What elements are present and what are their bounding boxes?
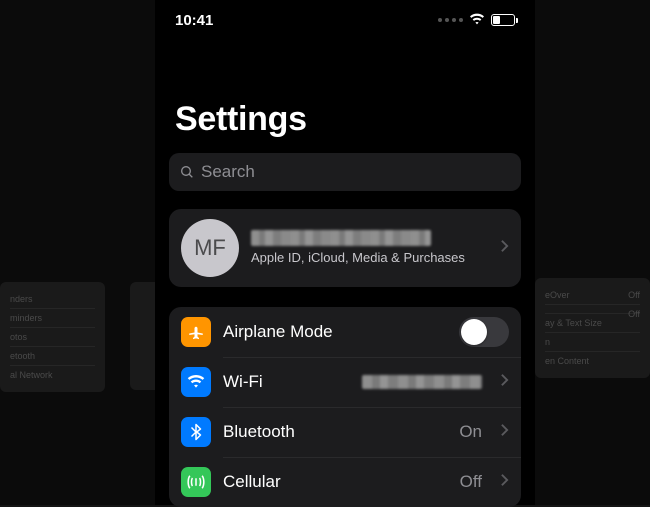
wifi-status-icon [469, 12, 485, 29]
bg-row: al Network [10, 365, 95, 384]
row-label: Wi-Fi [223, 372, 350, 392]
status-icons [438, 12, 515, 29]
clock: 10:41 [175, 12, 213, 29]
battery-icon [491, 14, 515, 26]
row-cellular[interactable]: Cellular Off [169, 457, 521, 507]
status-bar: 10:41 [155, 0, 535, 40]
connectivity-section: Airplane Mode Wi-Fi Bluetooth On Cellula… [169, 307, 521, 507]
row-airplane-mode[interactable]: Airplane Mode [169, 307, 521, 357]
account-name-redacted [251, 230, 431, 246]
bg-row: otos [10, 327, 95, 346]
cellular-dots-icon [438, 18, 463, 22]
device-frame: 10:41 Settings Search MF Apple ID, iClou… [155, 0, 535, 505]
bg-panel-left: nders minders otos etooth al Network [0, 282, 105, 392]
bg-row: etooth [10, 346, 95, 365]
wifi-icon [181, 367, 211, 397]
bg-row: eOverOff [545, 286, 640, 304]
bg-row: nders [10, 290, 95, 308]
bluetooth-icon [181, 417, 211, 447]
account-subtitle: Apple ID, iCloud, Media & Purchases [251, 250, 488, 266]
page-title: Settings [155, 40, 535, 153]
bg-row: en Content [545, 351, 640, 370]
bg-row: minders [10, 308, 95, 327]
bg-panel-right: eOverOff Off ay & Text Size n en Content [535, 278, 650, 378]
chevron-right-icon [500, 373, 509, 392]
chevron-right-icon [500, 473, 509, 492]
airplane-icon [181, 317, 211, 347]
chevron-right-icon [500, 423, 509, 442]
row-value: On [459, 422, 482, 442]
row-label: Bluetooth [223, 422, 447, 442]
bg-row: ay & Text Size [545, 313, 640, 332]
chevron-right-icon [500, 239, 509, 258]
row-label: Cellular [223, 472, 448, 492]
search-input[interactable]: Search [169, 153, 521, 191]
avatar: MF [181, 219, 239, 277]
bg-row: n [545, 332, 640, 351]
search-placeholder: Search [201, 162, 255, 182]
cellular-icon [181, 467, 211, 497]
row-wifi[interactable]: Wi-Fi [169, 357, 521, 407]
bg-row: Off [545, 304, 640, 313]
airplane-toggle[interactable] [459, 317, 509, 347]
row-label: Airplane Mode [223, 322, 447, 342]
wifi-network-redacted [362, 375, 482, 389]
account-card[interactable]: MF Apple ID, iCloud, Media & Purchases [169, 209, 521, 287]
search-icon [179, 164, 195, 180]
row-value: Off [460, 472, 482, 492]
row-bluetooth[interactable]: Bluetooth On [169, 407, 521, 457]
